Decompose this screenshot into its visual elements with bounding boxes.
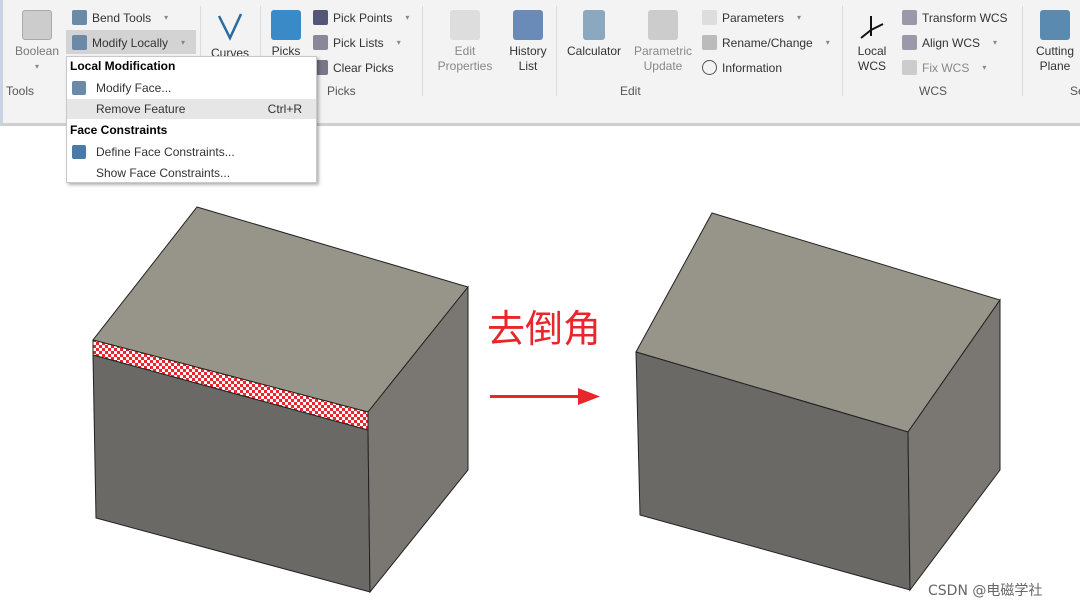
parametric-update-icon bbox=[648, 10, 678, 40]
fix-wcs-label: Fix WCS bbox=[922, 60, 970, 75]
cutting-plane-label-1: Cutting bbox=[1035, 44, 1075, 58]
information-icon bbox=[702, 60, 717, 75]
local-wcs-button[interactable]: Local WCS bbox=[850, 10, 894, 74]
cutting-plane-label-2: Plane bbox=[1039, 59, 1071, 73]
menu-item-modify-face[interactable]: Modify Face... bbox=[67, 78, 316, 98]
rename-change-label: Rename/Change bbox=[722, 35, 813, 50]
fix-wcs-icon bbox=[902, 60, 917, 75]
arrow-icon bbox=[490, 388, 600, 405]
modify-locally-icon bbox=[72, 35, 87, 50]
parameters-button[interactable]: Parameters ▾ bbox=[702, 10, 801, 25]
local-wcs-label-1: Local bbox=[857, 44, 887, 58]
parameters-icon bbox=[702, 10, 717, 25]
group-se-label: Se bbox=[1070, 84, 1080, 98]
pick-lists-label: Pick Lists bbox=[333, 35, 384, 50]
remove-feature-label: Remove Feature bbox=[96, 102, 186, 116]
menu-item-remove-feature[interactable]: Remove Feature Ctrl+R bbox=[67, 99, 316, 119]
cutting-plane-icon bbox=[1040, 10, 1070, 40]
parametric-update-label-1: Parametric bbox=[633, 44, 692, 58]
transform-wcs-button[interactable]: Transform WCS bbox=[902, 10, 1008, 25]
remove-feature-shortcut: Ctrl+R bbox=[267, 102, 302, 116]
edit-properties-icon bbox=[450, 10, 480, 40]
calculator-icon bbox=[583, 10, 605, 40]
pick-lists-button[interactable]: Pick Lists ▾ bbox=[313, 35, 401, 50]
history-list-label-2: List bbox=[518, 59, 538, 73]
modify-locally-label: Modify Locally bbox=[92, 35, 169, 50]
3d-viewport[interactable] bbox=[0, 130, 1080, 606]
pick-points-icon bbox=[313, 10, 328, 25]
parametric-update-button[interactable]: Parametric Update bbox=[630, 10, 696, 74]
group-picks-label: Picks bbox=[327, 84, 356, 98]
rename-change-icon bbox=[702, 35, 717, 50]
picks-icon bbox=[271, 10, 301, 40]
edit-properties-button[interactable]: Edit Properties bbox=[432, 10, 498, 74]
calculator-button[interactable]: Calculator bbox=[563, 10, 625, 59]
modify-locally-label-wrap[interactable]: Modify Locally ▾ bbox=[72, 35, 185, 50]
edit-properties-label-2: Properties bbox=[437, 59, 493, 73]
clear-picks-button[interactable]: Clear Picks bbox=[313, 60, 394, 75]
align-wcs-icon bbox=[902, 35, 917, 50]
bend-tools-button[interactable]: Bend Tools ▾ bbox=[72, 10, 168, 25]
group-edit-label: Edit bbox=[620, 84, 641, 98]
group-wcs-label: WCS bbox=[919, 84, 947, 98]
boolean-label: Boolean bbox=[14, 44, 60, 58]
curves-button[interactable]: Curves bbox=[208, 10, 252, 61]
local-wcs-label-2: WCS bbox=[858, 59, 886, 73]
clear-picks-label: Clear Picks bbox=[333, 60, 394, 75]
pick-points-label: Pick Points bbox=[333, 10, 393, 25]
modify-face-icon bbox=[72, 81, 86, 95]
parameters-label: Parameters bbox=[722, 10, 785, 25]
fix-wcs-button[interactable]: Fix WCS ▾ bbox=[902, 60, 986, 75]
bend-tools-label: Bend Tools bbox=[92, 10, 152, 25]
annotation-text: 去倒角 bbox=[487, 307, 602, 351]
transform-wcs-label: Transform WCS bbox=[922, 10, 1008, 25]
curves-icon bbox=[217, 13, 243, 41]
bend-tools-icon bbox=[72, 10, 87, 25]
calculator-label: Calculator bbox=[566, 44, 622, 58]
boolean-button[interactable]: Boolean ▾ bbox=[12, 10, 62, 74]
history-list-label-1: History bbox=[509, 44, 547, 58]
box-without-chamfer[interactable] bbox=[635, 212, 1001, 592]
parametric-update-label-2: Update bbox=[643, 59, 683, 73]
group-tools-label: Tools bbox=[6, 84, 35, 98]
history-list-button[interactable]: History List bbox=[505, 10, 551, 74]
pick-points-button[interactable]: Pick Points ▾ bbox=[313, 10, 409, 25]
watermark: CSDN @电磁学社 bbox=[928, 583, 1043, 599]
boolean-icon bbox=[22, 10, 52, 40]
information-button[interactable]: Information bbox=[702, 60, 782, 75]
align-wcs-button[interactable]: Align WCS ▾ bbox=[902, 35, 997, 50]
cutting-plane-button[interactable]: Cutting Plane bbox=[1030, 10, 1080, 74]
local-wcs-icon bbox=[860, 16, 884, 39]
pick-lists-icon bbox=[313, 35, 328, 50]
modify-face-label: Modify Face... bbox=[96, 81, 172, 95]
edit-properties-label-1: Edit bbox=[454, 44, 476, 58]
align-wcs-label: Align WCS bbox=[922, 35, 981, 50]
picks-button[interactable]: Picks bbox=[268, 10, 304, 59]
history-list-icon bbox=[513, 10, 543, 40]
box-with-chamfer[interactable] bbox=[92, 206, 469, 594]
information-label: Information bbox=[722, 60, 783, 75]
menu-header-local-modification: Local Modification bbox=[70, 59, 176, 73]
rename-change-button[interactable]: Rename/Change ▾ bbox=[702, 35, 830, 50]
transform-wcs-icon bbox=[902, 10, 917, 25]
